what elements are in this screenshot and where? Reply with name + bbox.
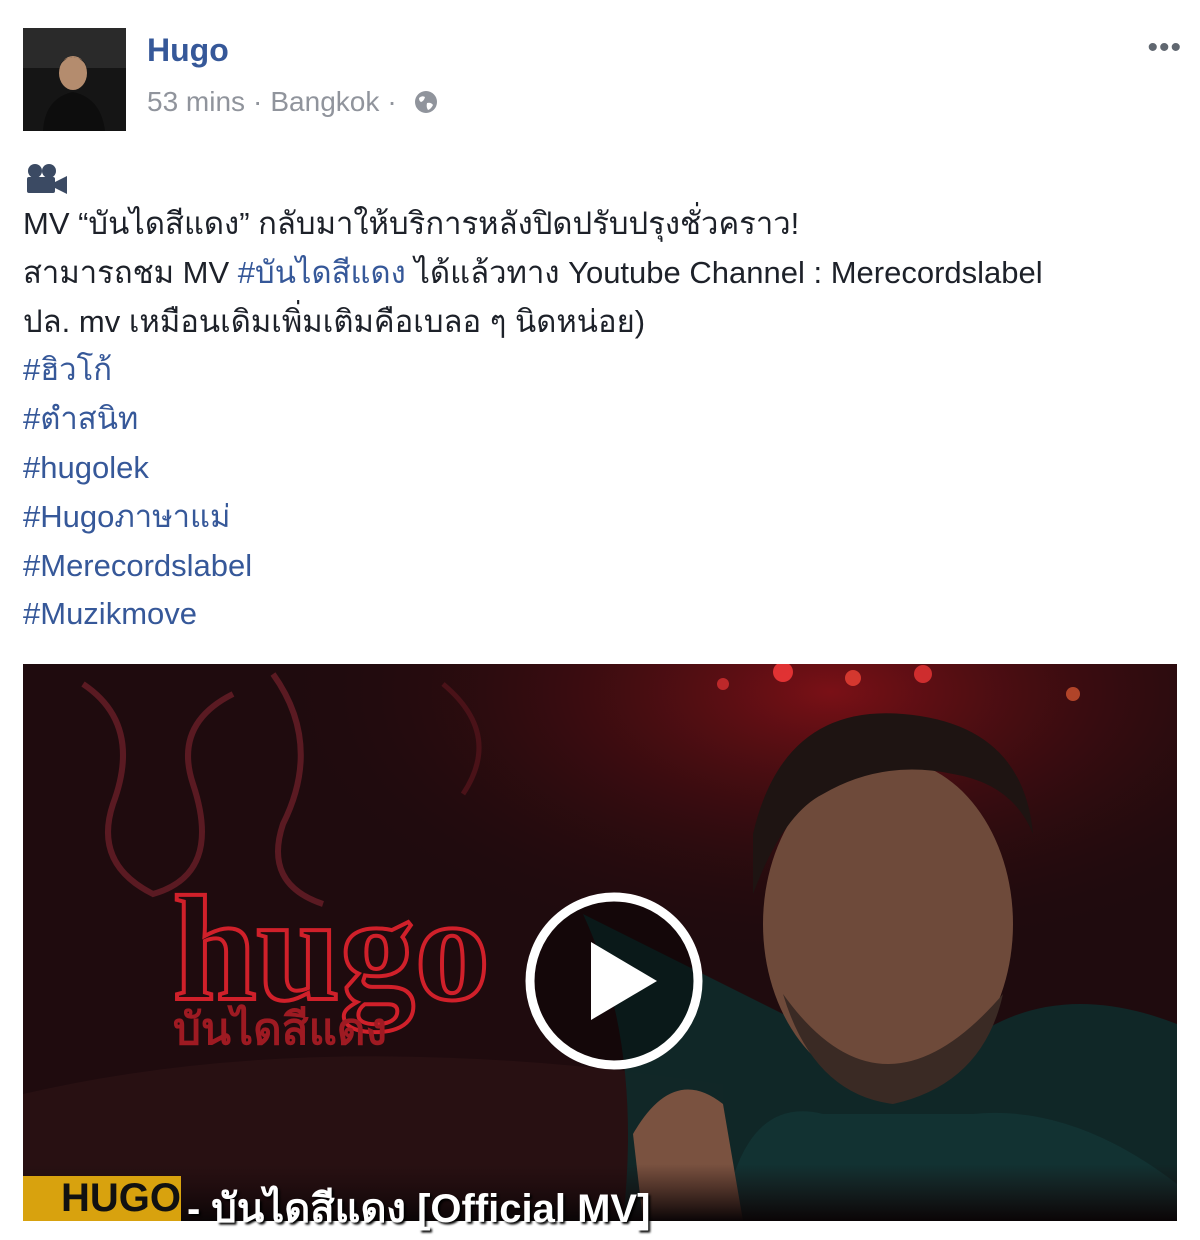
post-line-2-suffix: ได้แล้วทาง Youtube Channel : Merecordsla… [405,254,1043,290]
author-avatar[interactable] [23,28,126,131]
post-meta: 53 mins · Bangkok · [147,86,439,118]
post-line-2: สามารถชม MV #บันไดสีแดง ได้แล้วทาง Youtu… [23,249,1193,298]
movie-camera-icon [23,160,1193,200]
post-line-1: MV “บันไดสีแดง” กลับมาให้บริการหลังปิดปร… [23,206,800,241]
hashtag-link[interactable]: #Merecordslabel [23,542,1193,591]
post-text: MV “บันไดสีแดง” กลับมาให้บริการหลังปิดปร… [23,160,1193,639]
hashtag-link[interactable]: #ฮิวโก้ [23,346,1193,395]
globe-icon[interactable] [413,89,439,115]
video-thumbnail[interactable]: hugo บันไดสีแดง [23,664,1177,1221]
post-line-3: ปล. mv เหมือนเดิมเพิ่มเติมคือเบลอ ๆ นิดห… [23,303,646,339]
post-line-2-prefix: สามารถชม MV [23,254,238,290]
meta-separator: · [253,86,263,117]
hashtag-link[interactable]: #Hugoภาษาแม่ [23,493,1193,542]
hashtag-link[interactable]: #บันไดสีแดง [238,255,406,290]
post-timestamp[interactable]: 53 mins [147,86,245,118]
video-caption-title: - บันไดสีแดง [Official MV] [187,1187,651,1231]
play-icon[interactable] [523,890,705,1072]
hashtag-link[interactable]: #hugolek [23,444,1193,493]
video-caption-artist: HUGO [23,1176,181,1221]
more-options-icon[interactable]: ••• [1147,33,1182,63]
video-overlay-subtitle: บันไดสีแดง [173,1003,387,1055]
meta-separator: · [387,86,397,117]
hashtag-link[interactable]: #Muzikmove [23,590,1193,639]
hashtag-link[interactable]: #ตำสนิท [23,395,1193,444]
video-caption: HUGO - บันไดสีแดง [Official MV] [23,1176,650,1231]
author-name[interactable]: Hugo [147,32,229,69]
post-location[interactable]: Bangkok [270,86,379,118]
